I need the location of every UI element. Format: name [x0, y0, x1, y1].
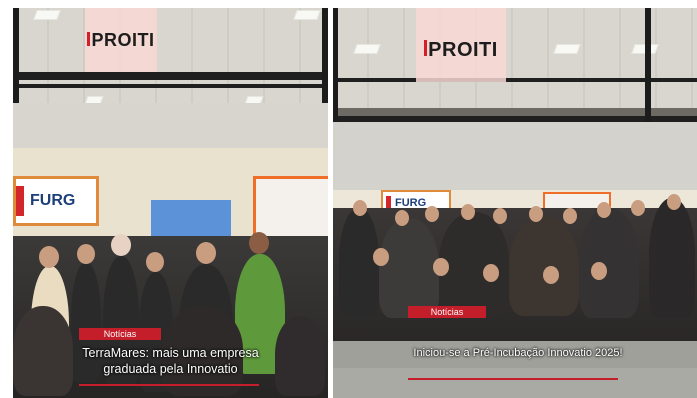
person [439, 212, 509, 316]
person-head [196, 242, 216, 264]
ceiling-background [333, 8, 697, 108]
person-head [111, 234, 131, 256]
person-head [39, 246, 59, 268]
category-badge[interactable]: Notícias [79, 328, 161, 340]
proiti-logo: PROITI [87, 30, 154, 51]
news-title-line: TerraMares: mais uma empresa [82, 346, 259, 360]
floor [333, 368, 697, 398]
room-ceiling [13, 103, 328, 148]
proiti-logo-text: PROITI [428, 38, 498, 61]
person [339, 208, 379, 318]
window-frame [13, 72, 328, 80]
proiti-logo-bar [424, 39, 428, 56]
person-head [483, 264, 499, 282]
person-head [591, 262, 607, 280]
news-title-line: Iniciou-se a Pré-Incubação Innovatio 202… [413, 347, 623, 359]
person [379, 218, 439, 318]
person-head [631, 200, 645, 216]
person-head [146, 252, 164, 272]
proiti-logo-tab: PROITI [416, 8, 506, 82]
news-card-terramares[interactable]: FURG PROITI Notícias TerraMares: mais um… [13, 8, 328, 398]
ceiling-light [293, 10, 321, 20]
furg-sign: FURG [13, 176, 99, 226]
person-head [433, 258, 449, 276]
person-head [563, 208, 577, 224]
title-underline [408, 378, 618, 380]
category-badge[interactable]: Notícias [408, 306, 486, 318]
person [649, 198, 695, 318]
person-head [597, 202, 611, 218]
person-head [373, 248, 389, 266]
person-head [249, 232, 269, 254]
proiti-logo-text: PROITI [91, 29, 155, 50]
proiti-logo-tab: PROITI [85, 8, 157, 72]
person-head [543, 266, 559, 284]
news-card-pre-incubacao[interactable]: FURG PROITI Notícias Iniciou-se a Pré-In… [333, 8, 697, 398]
ceiling-light [553, 44, 581, 54]
person-head [461, 204, 475, 220]
person-head [667, 194, 681, 210]
furg-sign-text: FURG [30, 192, 76, 209]
room-ceiling [333, 122, 697, 190]
furg-logo-icon [16, 186, 24, 216]
proiti-logo: PROITI [424, 39, 498, 62]
title-underline [79, 384, 259, 386]
ceiling-background [13, 8, 328, 103]
window-frame [333, 78, 697, 82]
person-head [395, 210, 409, 226]
window-frame [13, 84, 328, 88]
person-head [493, 208, 507, 224]
news-title-line: graduada pela Innovatio [103, 362, 238, 376]
news-title[interactable]: Iniciou-se a Pré-Incubação Innovatio 202… [353, 346, 683, 360]
ceiling-light [353, 44, 381, 54]
person-head [77, 244, 95, 264]
person [579, 208, 639, 318]
news-title[interactable]: TerraMares: mais uma empresa graduada pe… [43, 345, 298, 377]
person-head [425, 206, 439, 222]
person-head [353, 200, 367, 216]
person-head [529, 206, 543, 222]
ceiling-light [33, 10, 61, 20]
person [509, 216, 579, 316]
